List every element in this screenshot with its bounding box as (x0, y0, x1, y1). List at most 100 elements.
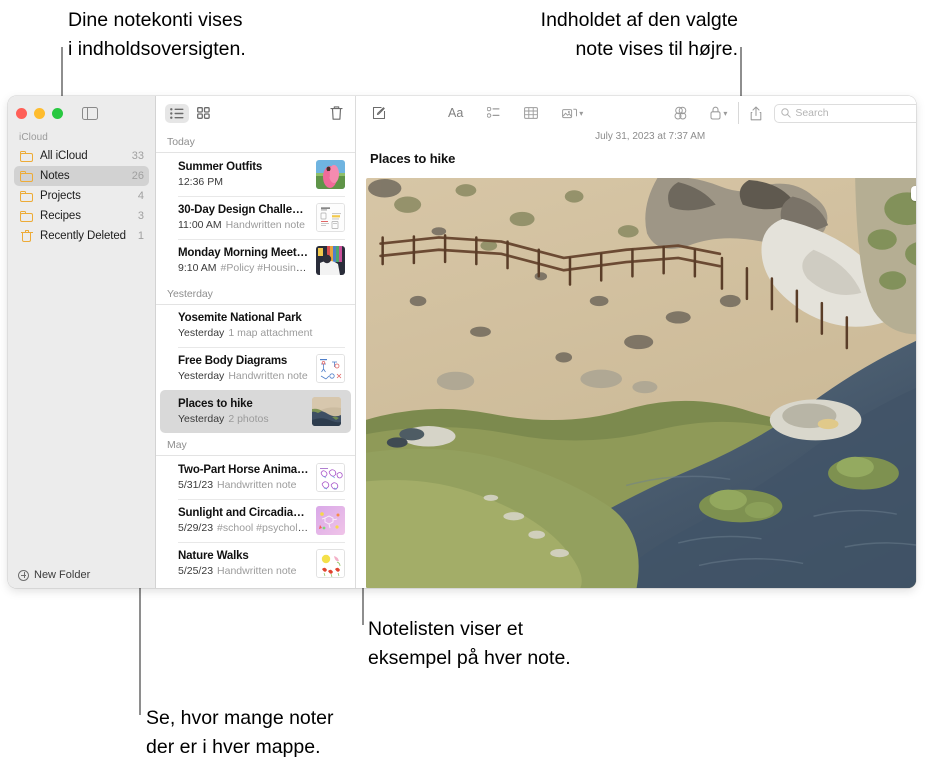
note-thumbnail (316, 548, 345, 578)
note-subtitle: 1 map attachment (228, 327, 313, 339)
note-title: Monday Morning Meeting (178, 246, 309, 259)
collaborate-icon[interactable] (669, 102, 692, 124)
sidebar-item-label: Notes (40, 170, 70, 182)
lock-icon[interactable]: ▾ (706, 102, 731, 124)
sidebar-item-label: Recipes (40, 210, 81, 222)
note-list-item[interactable]: Monday Morning Meeting 9:10 AM #Policy #H… (156, 238, 355, 282)
note-subtitle: Handwritten note (217, 478, 297, 491)
chevron-down-icon: ▾ (723, 108, 728, 118)
note-photo-container (366, 178, 916, 588)
folder-icon (20, 150, 33, 162)
note-thumbnail (316, 505, 345, 535)
note-list-item[interactable]: 30-Day Design Challen… 11:00 AM Handwritt… (156, 195, 355, 239)
callout-counts: Se, hvor mange noter der er i hver mappe… (146, 707, 334, 758)
note-photo[interactable] (366, 178, 916, 588)
note-date: 5/25/23 (178, 564, 214, 577)
note-date: Yesterday (178, 370, 225, 382)
note-date: 12:36 PM (178, 175, 223, 188)
note-detail-pane: Aa ▾ ▾ Search July 31, 2023 at 7:37 AM P… (356, 96, 916, 588)
note-thumbnail (316, 462, 345, 492)
folder-icon (20, 210, 33, 222)
note-group-label: Today (167, 136, 195, 148)
note-toolbar: Aa ▾ ▾ Search (356, 96, 916, 130)
sidebar-item-projects[interactable]: Projects 4 (14, 186, 149, 206)
note-title: Places to hike (178, 398, 253, 410)
sidebar-item-count: 1 (137, 230, 144, 242)
minimize-button[interactable] (34, 107, 45, 119)
note-list-item[interactable]: Summer Outfits 12:36 PM (156, 153, 355, 196)
callout-preview: Notelisten viser et eksempel på hver not… (368, 618, 571, 669)
note-date: Yesterday (178, 413, 225, 425)
toolbar-divider (738, 102, 740, 124)
share-icon[interactable] (746, 102, 766, 124)
note-list-item[interactable]: Sunlight and Circadian… 5/29/23 #school #… (156, 498, 355, 542)
note-group-label: May (167, 439, 187, 451)
maximize-button[interactable] (52, 107, 63, 119)
list-view-icon[interactable] (165, 103, 189, 123)
note-group-label: Yesterday (167, 287, 213, 300)
note-list-item[interactable]: Yosemite National Park Yesterday 1 map at… (156, 304, 355, 347)
table-icon[interactable] (520, 102, 542, 124)
sidebar-item-label: Projects (40, 190, 81, 202)
chevron-down-icon: ▾ (579, 108, 584, 118)
traffic-lights (16, 107, 63, 119)
note-title: Yosemite National Park (178, 312, 302, 324)
delete-note-button[interactable] (327, 104, 345, 123)
note-date: 9:10 AM (178, 261, 217, 274)
note-title: 30-Day Design Challen… (178, 203, 309, 216)
media-icon[interactable]: ▾ (558, 102, 587, 124)
note-date: 5/29/23 (178, 521, 214, 534)
sidebar-item-count: 26 (131, 170, 144, 182)
sidebar-item-count: 33 (131, 150, 144, 162)
note-thumbnail (316, 245, 345, 275)
note-list-pane: Today Summer Outfits 12:36 PM 30-Day Des… (156, 96, 356, 588)
note-date: 11:00 AM (178, 218, 222, 231)
note-title: Summer Outfits (178, 160, 263, 173)
note-subtitle: Handwritten note (225, 218, 305, 231)
sidebar-item-notes[interactable]: Notes 26 (14, 166, 149, 186)
callout-accounts: Dine notekonti vises i indholdsoversigte… (68, 9, 246, 60)
screenshot-root: Dine notekonti vises i indholdsoversigte… (0, 0, 931, 777)
close-button[interactable] (16, 107, 27, 119)
sidebar-toggle-icon[interactable] (82, 106, 98, 120)
sidebar-item-recipes[interactable]: Recipes 3 (14, 206, 149, 226)
gallery-view-icon[interactable] (191, 104, 215, 123)
sidebar: iCloud All iCloud 33 Notes 26 Projects 4 (8, 96, 156, 588)
note-subtitle: 2 photos (228, 413, 269, 425)
compose-icon[interactable] (368, 102, 390, 124)
note-timestamp: July 31, 2023 at 7:37 AM (595, 131, 706, 142)
sidebar-folder-list: All iCloud 33 Notes 26 Projects 4 Recipe… (8, 146, 155, 246)
note-heading: Places to hike (370, 151, 456, 166)
note-subtitle: Handwritten note (228, 370, 308, 382)
sidebar-item-label: Recently Deleted (40, 230, 126, 242)
format-label: Aa (448, 106, 464, 120)
note-title: Two-Part Horse Anima… (178, 463, 309, 476)
format-button[interactable]: Aa (444, 102, 467, 124)
note-thumbnail (316, 202, 345, 232)
note-list-scroll[interactable]: Today Summer Outfits 12:36 PM 30-Day Des… (156, 130, 355, 588)
note-list-item[interactable]: Two-Part Horse Anima… 5/31/23 Handwritten… (156, 456, 355, 499)
checklist-icon[interactable] (483, 102, 504, 124)
note-list-item[interactable]: Nature Walks 5/25/23 Handwritten note (156, 541, 355, 585)
note-thumbnail (312, 397, 341, 426)
plus-circle-icon (18, 569, 29, 581)
note-date: 5/31/23 (178, 478, 214, 491)
photo-options-button[interactable] (911, 186, 916, 201)
new-folder-button[interactable]: New Folder (8, 562, 155, 588)
note-subtitle: #Policy #Housing… (220, 261, 309, 274)
note-title: Nature Walks (178, 549, 249, 562)
sidebar-item-recently-deleted[interactable]: Recently Deleted 1 (14, 226, 149, 246)
window-titlebar (8, 96, 155, 130)
note-list-item[interactable]: Free Body Diagrams Yesterday Handwritten … (156, 347, 355, 390)
note-list-item-selected[interactable]: Places to hike Yesterday 2 photos (160, 390, 351, 433)
search-field[interactable]: Search (774, 103, 916, 123)
search-input-placeholder: Search (795, 107, 829, 119)
new-folder-label: New Folder (34, 569, 91, 581)
note-list-toolbar (156, 96, 355, 130)
trash-icon (20, 230, 33, 242)
note-thumbnail (316, 159, 345, 189)
search-icon (781, 108, 792, 118)
note-subtitle: Handwritten note (217, 564, 297, 577)
sidebar-item-all-icloud[interactable]: All iCloud 33 (14, 146, 149, 166)
sidebar-section-label: iCloud (19, 132, 48, 143)
